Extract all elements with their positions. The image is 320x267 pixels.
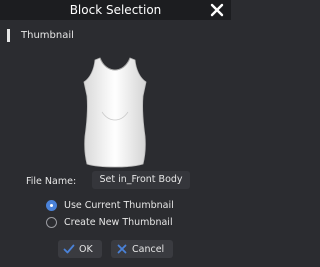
thumbnail-preview [72,52,158,172]
create-new-thumbnail-label: Create New Thumbnail [64,216,173,228]
file-name-field[interactable]: Set in_Front Body [92,171,190,189]
block-selection-dialog: Block Selection Thumbnail File Name: Set… [0,0,231,267]
use-current-thumbnail-option[interactable]: Use Current Thumbnail [46,198,174,212]
ok-label: OK [79,243,93,255]
radio-unselected-icon[interactable] [46,216,57,228]
ok-button[interactable]: OK [58,240,102,258]
cancel-x-icon [116,243,128,255]
file-name-label: File Name: [26,176,77,187]
radio-selected-icon[interactable] [46,199,57,211]
use-current-thumbnail-label: Use Current Thumbnail [64,199,174,211]
title-bar: Block Selection [0,0,231,20]
section-marker [7,29,10,42]
cancel-button[interactable]: Cancel [111,240,173,258]
sleeveless-top-icon [83,57,147,168]
create-new-thumbnail-option[interactable]: Create New Thumbnail [46,215,173,229]
close-icon[interactable] [209,2,225,18]
dialog-title: Block Selection [69,3,162,17]
cancel-label: Cancel [132,243,165,255]
checkmark-icon [63,243,75,255]
section-label: Thumbnail [21,30,74,41]
